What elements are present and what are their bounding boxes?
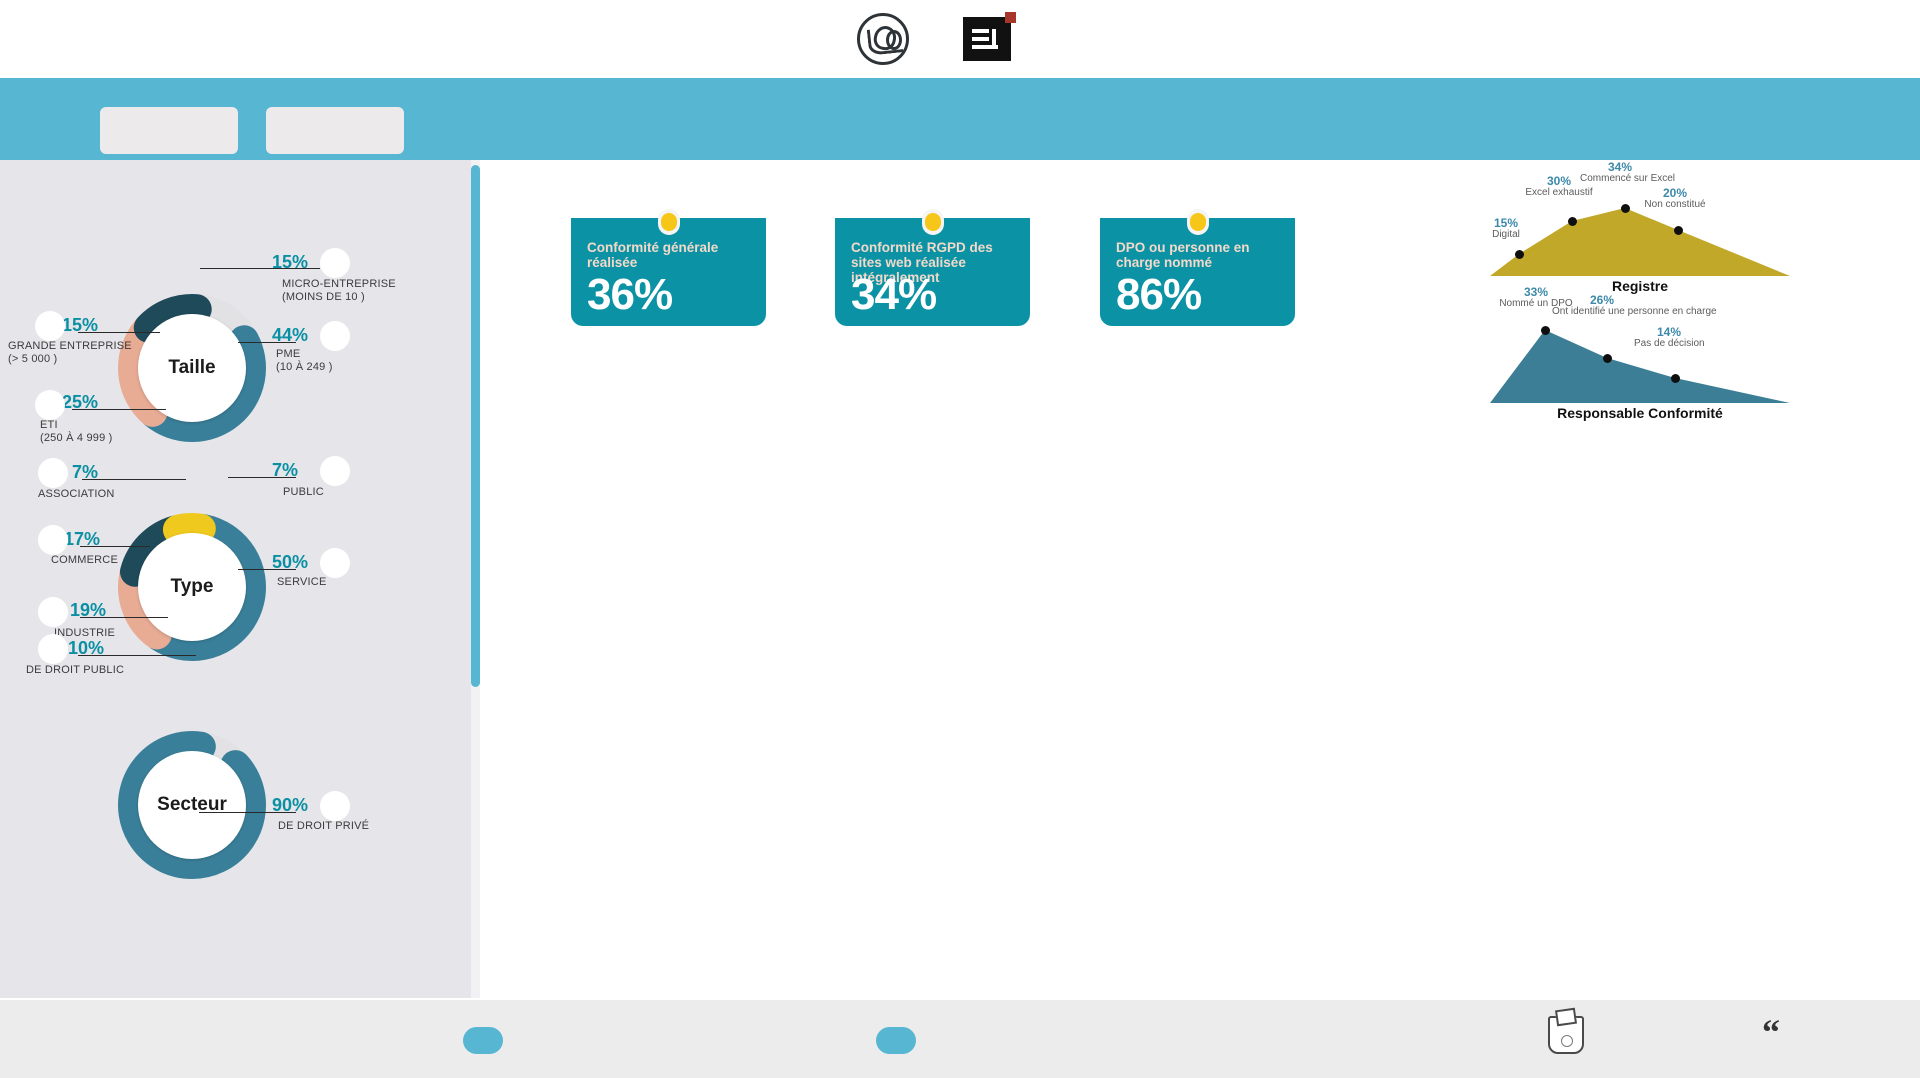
donut-callout-bullet-icon — [38, 634, 68, 664]
donut-callout-line — [80, 546, 150, 547]
area-point-value: 26% — [1589, 293, 1615, 307]
donut-center-label: Secteur — [138, 751, 246, 859]
footer-bar — [0, 1000, 1920, 1078]
pocket-icon — [1548, 1007, 1584, 1054]
area-point-value: 20% — [1662, 186, 1688, 200]
area-chart-title: Responsable Conformité — [1557, 405, 1723, 421]
donut-callout-line — [228, 477, 296, 478]
area-data-point[interactable] — [1621, 204, 1630, 213]
area-data-point[interactable] — [1674, 226, 1683, 235]
logo-bar — [0, 0, 1920, 78]
dashboard-root: Taille 15% MICRO-ENTREPRISE (MOINS DE 10 ) 4… — [0, 0, 1920, 1078]
pocket-result-logo — [1548, 1007, 1590, 1054]
area-data-point[interactable] — [1603, 354, 1612, 363]
area-point-value: 14% — [1656, 325, 1682, 339]
area-data-point[interactable] — [1671, 374, 1680, 383]
view-results-button[interactable] — [876, 1027, 916, 1054]
donut-callout-bullet-icon — [38, 597, 68, 627]
donut-segment[interactable] — [162, 513, 216, 545]
editions-legislatives-icon — [962, 12, 1016, 61]
donut-callout-line — [80, 617, 168, 618]
area-point-label: Commencé sur Excel — [1580, 173, 1676, 184]
donut-center-label: Type — [138, 533, 246, 641]
ridgeline-category-labels — [990, 810, 1410, 1000]
donut-callout-line — [238, 569, 296, 570]
donut-svg — [118, 731, 266, 879]
donut-callout-line — [82, 479, 186, 480]
data-legal-drive-icon — [856, 13, 909, 65]
donut-chart-taille: Taille 15% MICRO-ENTREPRISE (MOINS DE 10 ) 4… — [0, 220, 478, 455]
donut-segment-label: PME (10 À 249 ) — [276, 348, 333, 373]
area-point-label: Digital — [1492, 229, 1520, 240]
area-data-point[interactable] — [1541, 326, 1550, 335]
data-legal-drive-logo — [856, 13, 917, 65]
donut-segment-label: DE DROIT PRIVÉ — [278, 820, 370, 832]
area-point-annotation: 20% Non constitué — [1640, 186, 1710, 210]
kpi-value: 36% — [587, 270, 673, 319]
area-point-value: 34% — [1607, 160, 1633, 174]
area-point-value: 15% — [1493, 216, 1519, 230]
area-point-annotation: 26% Ont identifié une personne en charge — [1552, 293, 1717, 317]
donut-segment-label: SERVICE — [277, 576, 327, 588]
donut-callout-line — [200, 268, 320, 269]
area-point-annotation: 34% Commencé sur Excel — [1580, 160, 1676, 184]
amurabi-logo: “ — [1762, 1012, 1780, 1052]
participate-button[interactable] — [463, 1027, 503, 1054]
area-point-annotation: 15% Digital — [1471, 216, 1541, 240]
area-point-annotation: 14% Pas de décision — [1634, 325, 1705, 349]
donut-callout-line — [78, 332, 160, 333]
area-chart-registre: 15% Digital 30% Excel exhaustif 34% Commencé … — [1490, 161, 1790, 302]
quote-icon: “ — [1762, 1012, 1780, 1052]
donut-callout-bullet-icon — [35, 390, 65, 420]
donut-callout-bullet-icon — [320, 456, 350, 486]
donut-callout-bullet-icon — [320, 321, 350, 351]
area-point-label: Non constitué — [1644, 199, 1706, 210]
donut-callout-line — [199, 812, 296, 813]
kpi-card[interactable]: DPO ou personne en charge nommé 86% — [1100, 209, 1295, 326]
kpi-pin-icon — [921, 209, 944, 235]
donut-segment-label: MICRO-ENTREPRISE (MOINS DE 10 ) — [282, 278, 396, 303]
donut-segment-label: ASSOCIATION — [38, 488, 115, 500]
donut-callout-bullet-icon — [38, 458, 68, 488]
donut-segment-label: COMMERCE — [51, 554, 118, 566]
donut-segment-label: DE DROIT PUBLIC — [26, 664, 125, 676]
area-point-label: Excel exhaustif — [1525, 187, 1593, 198]
kpi-pin-icon — [657, 209, 680, 235]
date-start-input[interactable] — [100, 107, 238, 154]
donut-center-label: Taille — [138, 314, 246, 422]
donut-callout-bullet-icon — [320, 248, 350, 278]
donut-callout-line — [238, 342, 296, 343]
donut-segment-label: GRANDE ENTREPRISE (> 5 000 ) — [8, 340, 132, 365]
sidebar-typology-panel: Taille 15% MICRO-ENTREPRISE (MOINS DE 10 ) 4… — [0, 160, 478, 998]
donut-callout-line — [78, 655, 196, 656]
donut-callout-bullet-icon — [35, 311, 65, 341]
area-data-point[interactable] — [1515, 250, 1524, 259]
area-chart-responsable-conformite: 33% Nommé un DPO 26% Ont identifié une pers… — [1490, 285, 1790, 429]
kpi-card[interactable]: Conformité RGPD des sites web réalisée i… — [835, 209, 1030, 326]
donut-callout-bullet-icon — [38, 525, 68, 555]
kpi-value: 86% — [1116, 270, 1202, 319]
kpi-value: 34% — [851, 270, 937, 319]
area-point-label: Pas de décision — [1634, 338, 1705, 349]
kpi-label: Conformité générale réalisée — [587, 240, 719, 270]
date-end-input[interactable] — [266, 107, 404, 154]
kpi-card[interactable]: Conformité générale réalisée 36% — [571, 209, 766, 326]
donut-callout-bullet-icon — [320, 791, 350, 821]
area-data-point[interactable] — [1568, 217, 1577, 226]
area-point-label: Ont identifié une personne en charge — [1552, 306, 1717, 317]
donut-chart-type: Type 7% PUBLIC 50% SERVICE 19% INDUSTRIE 17% COM… — [0, 432, 478, 667]
donut-callout-line — [72, 409, 166, 410]
donut-callout-bullet-icon — [320, 548, 350, 578]
date-filter-group — [100, 107, 404, 154]
donut-chart-secteur: Secteur 10% DE DROIT PUBLIC 90% DE DROIT PRI… — [0, 634, 478, 885]
donut-segment-percent: 15% — [272, 252, 309, 272]
kpi-pin-icon — [1186, 209, 1209, 235]
donut-segment-label: PUBLIC — [283, 486, 324, 498]
kpi-label: DPO ou personne en charge nommé — [1116, 240, 1250, 270]
editions-legislatives-logo — [962, 12, 1018, 61]
